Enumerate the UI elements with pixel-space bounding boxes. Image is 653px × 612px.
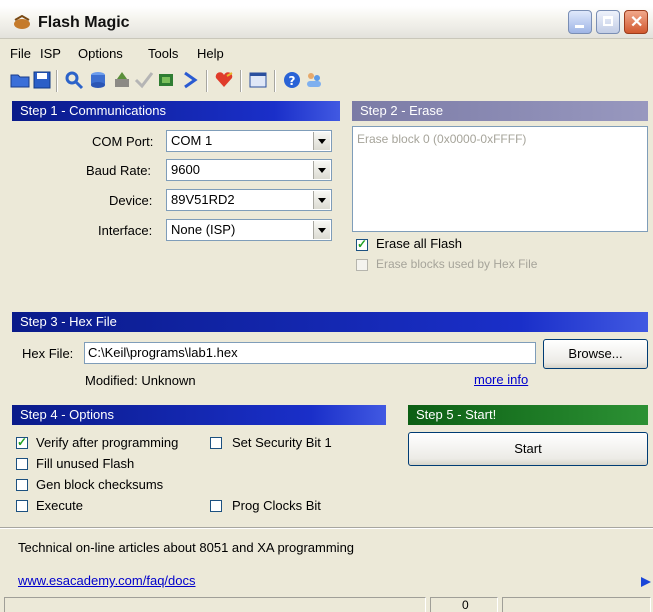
info-text: Technical on-line articles about 8051 an… [18, 540, 355, 555]
app-icon [14, 15, 30, 29]
interface-value: None (ISP) [171, 222, 236, 237]
chevron-down-icon[interactable] [313, 161, 330, 179]
toolbar-separator [274, 70, 276, 92]
com-port-label: COM Port: [92, 134, 154, 149]
maximize-button[interactable] [596, 10, 620, 34]
database-icon[interactable] [88, 70, 108, 90]
prog-clocks-label: Prog Clocks Bit [232, 498, 321, 513]
users-icon[interactable] [304, 70, 324, 90]
security-bit-label: Set Security Bit 1 [232, 435, 332, 450]
verify-label: Verify after programming [36, 435, 179, 450]
device-value: 89V51RD2 [171, 192, 235, 207]
window-title: Flash Magic [38, 14, 130, 31]
interface-combo[interactable]: None (ISP) [166, 219, 332, 241]
security-bit-checkbox[interactable] [210, 437, 222, 449]
step4-header: Step 4 - Options [12, 405, 386, 425]
window-icon[interactable] [248, 70, 268, 90]
menu-help[interactable]: Help [197, 46, 224, 61]
menu-isp[interactable]: ISP [40, 46, 61, 61]
baud-rate-value: 9600 [171, 162, 200, 177]
execute-label: Execute [36, 498, 83, 513]
toolbar-separator [240, 70, 242, 92]
hex-file-label: Hex File: [22, 346, 74, 361]
more-info-link[interactable]: more info [474, 372, 528, 387]
baud-rate-label: Baud Rate: [86, 163, 152, 178]
status-count-panel: 0 [430, 597, 498, 612]
list-item[interactable]: Erase block 0 (0x0000-0xFFFF) [357, 132, 526, 146]
step3-header: Step 3 - Hex File [12, 312, 648, 332]
device-combo[interactable]: 89V51RD2 [166, 189, 332, 211]
erase-block-list[interactable]: Erase block 0 (0x0000-0xFFFF) [352, 126, 648, 232]
maximize-icon [603, 16, 613, 26]
open-folder-icon[interactable] [10, 70, 30, 90]
toolbar-separator [206, 70, 208, 92]
menu-options[interactable]: Options [78, 46, 123, 61]
fill-unused-label: Fill unused Flash [36, 456, 135, 471]
fill-unused-checkbox[interactable] [16, 458, 28, 470]
menu-tools[interactable]: Tools [148, 46, 178, 61]
app-window [0, 6, 653, 612]
prog-clocks-checkbox[interactable] [210, 500, 222, 512]
program-chip-icon[interactable] [156, 70, 176, 90]
erase-blocks-hex-checkbox[interactable] [356, 259, 368, 271]
status-count: 0 [462, 598, 469, 612]
close-icon: ✕ [630, 14, 644, 31]
baud-rate-combo[interactable]: 9600 [166, 159, 332, 181]
start-button[interactable]: Start [408, 432, 648, 466]
heart-icon[interactable] [214, 70, 234, 90]
com-port-value: COM 1 [171, 133, 213, 148]
erase-all-checkbox[interactable] [356, 237, 368, 251]
chevron-down-icon[interactable] [313, 221, 330, 239]
chevron-down-icon[interactable] [313, 191, 330, 209]
com-port-combo[interactable]: COM 1 [166, 130, 332, 152]
status-panel [4, 597, 426, 612]
erase-icon[interactable] [112, 70, 132, 90]
gen-checksums-label: Gen block checksums [36, 477, 164, 492]
verify-checkbox[interactable] [16, 435, 28, 449]
menu-file[interactable]: File [10, 46, 31, 61]
modified-text: Modified: Unknown [85, 373, 196, 388]
search-icon[interactable] [64, 70, 84, 90]
browse-button[interactable]: Browse... [543, 339, 648, 369]
save-icon[interactable] [32, 70, 52, 90]
verify-check-icon[interactable] [134, 70, 154, 90]
chevron-down-icon[interactable] [313, 132, 330, 150]
play-arrow-icon[interactable] [640, 576, 652, 588]
step5-header: Step 5 - Start! [408, 405, 648, 425]
minimize-button[interactable] [568, 10, 592, 34]
interface-label: Interface: [98, 223, 153, 238]
gen-checksums-checkbox[interactable] [16, 479, 28, 491]
minimize-icon [575, 25, 584, 28]
toolbar-separator [56, 70, 58, 92]
status-panel [502, 597, 651, 612]
svg-text:?: ? [289, 74, 296, 88]
step1-header: Step 1 - Communications [12, 101, 340, 121]
help-icon[interactable]: ? [282, 70, 302, 90]
execute-checkbox[interactable] [16, 500, 28, 512]
go-arrow-icon[interactable] [180, 70, 200, 90]
faq-link[interactable]: www.esacademy.com/faq/docs [18, 573, 196, 588]
erase-all-label: Erase all Flash [376, 236, 462, 251]
hex-file-input[interactable]: C:\Keil\programs\lab1.hex [84, 342, 536, 364]
erase-blocks-hex-label: Erase blocks used by Hex File [376, 257, 538, 271]
close-button[interactable]: ✕ [624, 10, 648, 34]
hex-file-value: C:\Keil\programs\lab1.hex [88, 345, 238, 360]
divider [0, 527, 653, 529]
device-label: Device: [109, 193, 153, 208]
step2-header: Step 2 - Erase [352, 101, 648, 121]
